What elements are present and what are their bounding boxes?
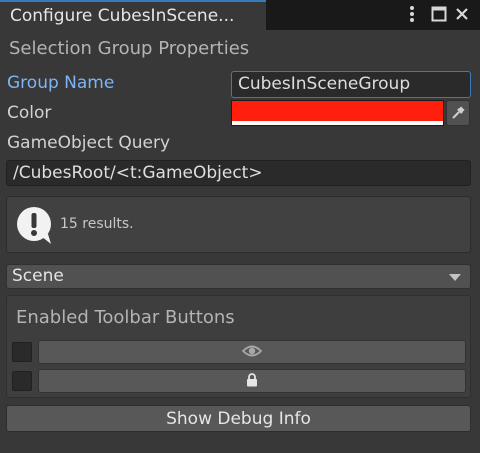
toggle-visibility-button[interactable] (38, 340, 466, 364)
color-swatch (232, 101, 443, 121)
window-tab-title: Configure CubesInScene... (10, 6, 235, 26)
query-input[interactable]: /CubesRoot/<t:GameObject> (6, 160, 471, 186)
toggle-lock-checkbox[interactable] (12, 371, 32, 391)
results-helpbox: 15 results. (6, 196, 471, 253)
group-name-label: Group Name (7, 73, 115, 93)
eyedropper-icon[interactable] (446, 100, 470, 126)
group-name-input[interactable]: CubesInSceneGroup (231, 71, 471, 98)
eye-icon (241, 343, 263, 362)
color-label: Color (7, 103, 52, 123)
results-text: 15 results. (60, 216, 134, 232)
scope-dropdown[interactable]: Scene (6, 264, 471, 289)
more-vertical-icon[interactable] (402, 2, 422, 26)
maximize-icon[interactable] (429, 2, 449, 26)
window-tab[interactable]: Configure CubesInScene... (0, 0, 266, 30)
lock-icon (246, 372, 258, 391)
toggle-visibility-checkbox[interactable] (12, 342, 32, 362)
info-bubble-icon (15, 205, 55, 245)
chevron-down-icon (449, 274, 461, 281)
color-field[interactable] (231, 100, 444, 126)
toolbar-buttons-group: Enabled Toolbar Buttons (6, 295, 471, 398)
close-icon[interactable] (452, 2, 472, 26)
window-titlebar: Configure CubesInScene... (0, 0, 480, 30)
toolbar-buttons-title: Enabled Toolbar Buttons (16, 307, 235, 328)
scope-dropdown-value: Scene (12, 266, 64, 286)
toggle-lock-button[interactable] (38, 369, 466, 393)
section-title: Selection Group Properties (9, 38, 250, 59)
show-debug-info-button[interactable]: Show Debug Info (6, 405, 471, 432)
query-label: GameObject Query (7, 133, 171, 153)
